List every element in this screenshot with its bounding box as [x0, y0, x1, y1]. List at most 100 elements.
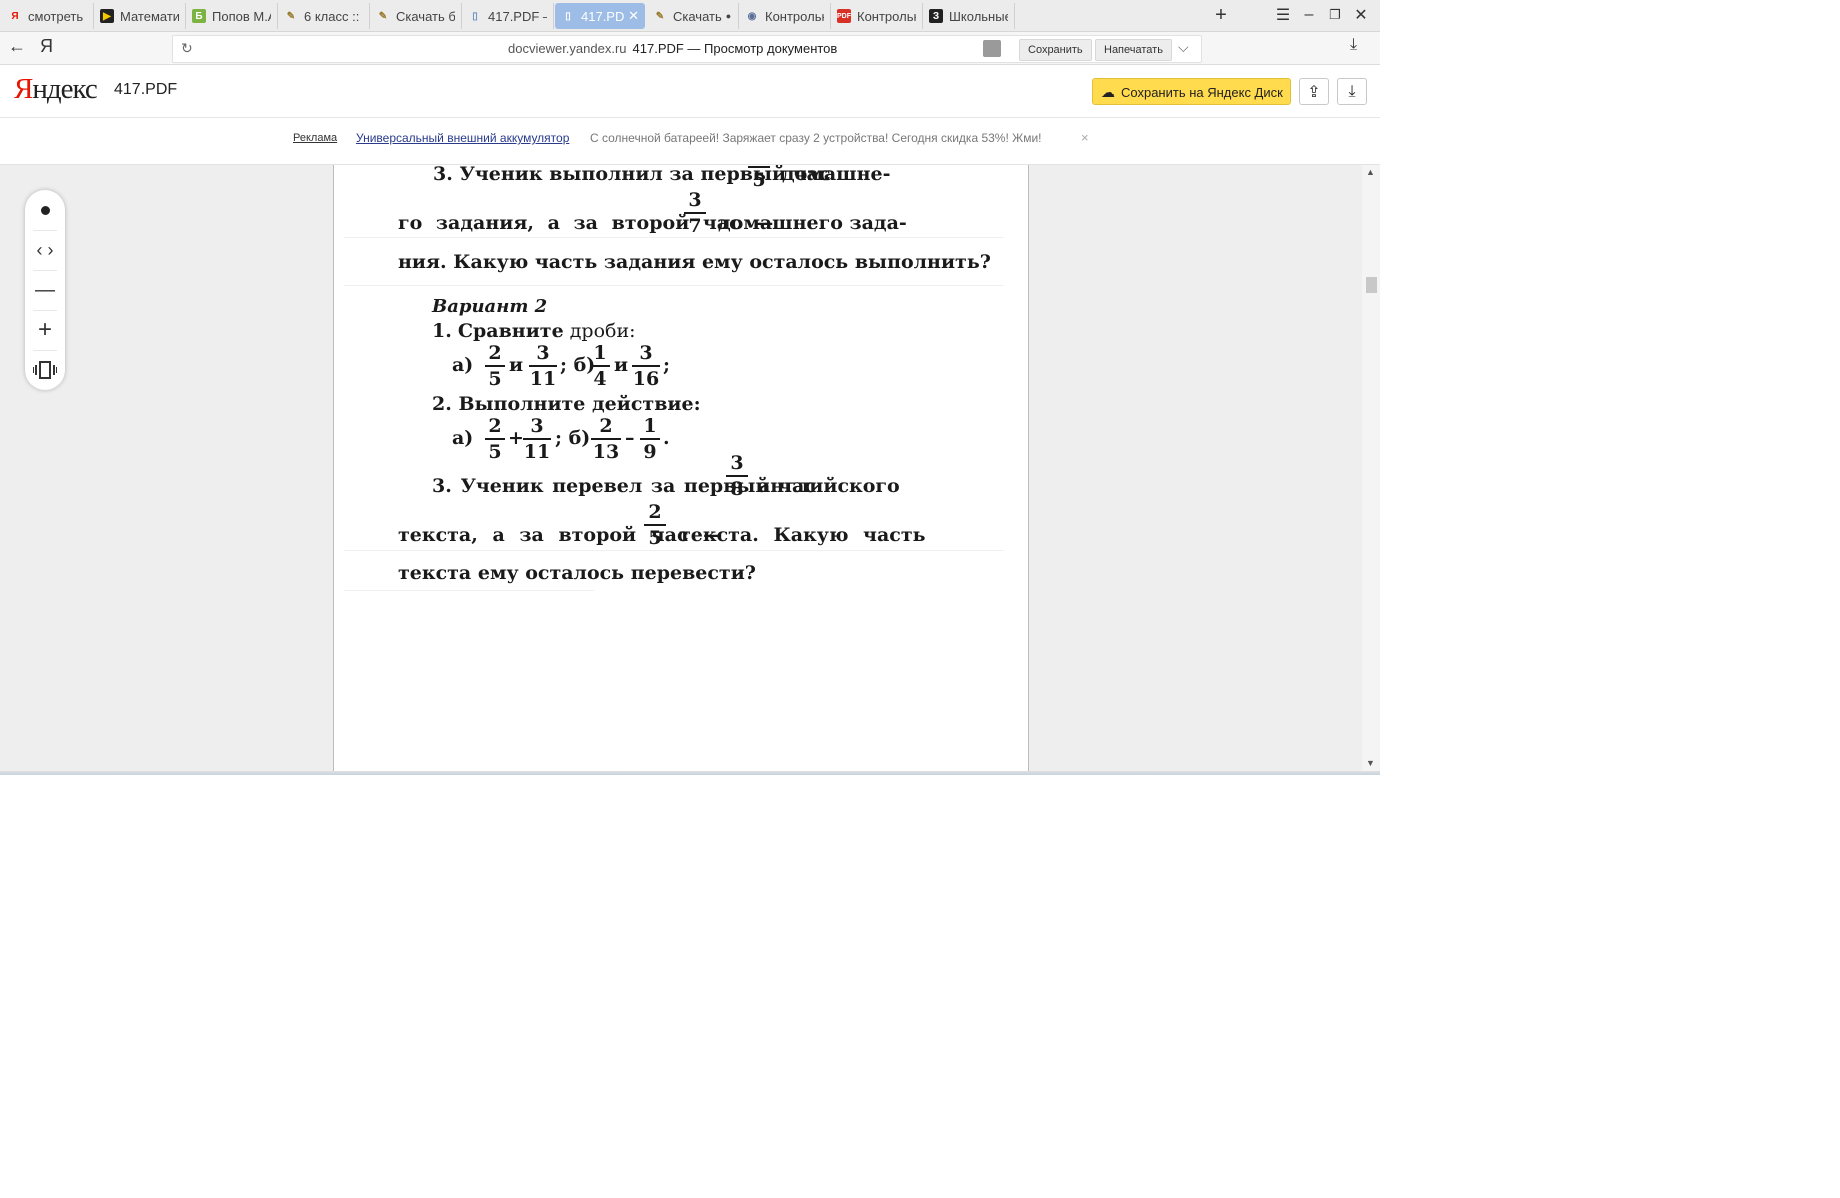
book-favicon-icon: Б: [192, 9, 206, 23]
tab-11[interactable]: З Школьные: [923, 3, 1015, 29]
variant-title: Вариант 2: [432, 296, 548, 317]
fraction-bar: [485, 365, 505, 367]
task1-end: ;: [663, 354, 671, 376]
fraction-bar: [644, 524, 666, 526]
doc-favicon-icon: ▯: [472, 10, 478, 22]
task3-v2-line2-start: текста, а за второй час —: [398, 524, 723, 546]
menu-icon[interactable]: ☰: [1272, 4, 1294, 26]
tab-2[interactable]: ▶ Математика: [94, 3, 186, 29]
save-to-disk-label: Сохранить на Яндекс Диск: [1121, 85, 1283, 100]
numerator: 2: [488, 342, 502, 364]
fit-page-icon: [33, 361, 57, 379]
pages-nav-button[interactable]: ‹ ›: [25, 230, 65, 270]
zoom-out-button[interactable]: —: [25, 270, 65, 310]
ad-text: С солнечной батареей! Заряжает сразу 2 у…: [590, 131, 1042, 145]
vertical-scrollbar[interactable]: ▲ ▼: [1362, 165, 1380, 771]
fraction-bar: [726, 475, 748, 477]
save-to-disk-button[interactable]: ☁ Сохранить на Яндекс Диск: [1092, 78, 1291, 105]
ad-link[interactable]: Универсальный внешний аккумулятор: [356, 131, 569, 145]
back-arrow-icon[interactable]: ←: [8, 36, 26, 57]
tab-title: Скачать: [673, 8, 722, 24]
numerator: 3: [530, 415, 544, 437]
video-favicon-icon: ▶: [100, 9, 114, 23]
tab-title: Контрольн: [857, 8, 916, 24]
scrollbar-thumb[interactable]: [1366, 277, 1377, 293]
leaf-favicon-icon: ✎: [378, 10, 388, 22]
tab-title: Контрольн: [765, 8, 824, 24]
document-title: 417.PDF: [114, 81, 178, 98]
document-viewer: ‹ › — + 3. Ученик выполнил за первый час: [0, 165, 1380, 771]
fraction-bar: [529, 365, 557, 367]
z-favicon-icon: З: [929, 9, 943, 23]
tab-title: Математика: [120, 8, 179, 24]
fraction: 37: [684, 189, 706, 237]
leaf-favicon-icon: ✎: [286, 10, 296, 22]
chevron-down-icon[interactable]: ⌵: [1178, 39, 1189, 56]
denominator: 8: [730, 478, 744, 500]
task3-v1-line1-start: 3. Ученик выполнил за первый час: [433, 165, 831, 185]
tab-title: смотреть те: [28, 8, 87, 24]
fraction-bar: [590, 365, 610, 367]
tab-3[interactable]: Б Попов М.А.: [186, 3, 278, 29]
print-button[interactable]: Напечатать: [1095, 39, 1172, 61]
denominator: 11: [523, 441, 551, 463]
new-tab-icon[interactable]: +: [1210, 4, 1232, 26]
fraction-bar: [485, 438, 505, 440]
scan-line: [344, 590, 594, 591]
tab-5[interactable]: ✎ Скачать бес: [370, 3, 462, 29]
tab-10[interactable]: PDF Контрольн: [831, 3, 923, 29]
tab-title: 6 класс :: ZU: [304, 8, 363, 24]
pointer-button[interactable]: [25, 190, 65, 230]
download-icon: ⤓: [1348, 82, 1356, 100]
reload-icon[interactable]: ↻: [181, 40, 193, 57]
url-field[interactable]: ↻ docviewer.yandex.ru 417.PDF — Просмотр …: [172, 35, 1202, 63]
scroll-down-icon[interactable]: ▼: [1366, 758, 1375, 768]
tab-4[interactable]: ✎ 6 класс :: ZU: [278, 3, 370, 29]
leaf-favicon-icon: ✎: [655, 10, 665, 22]
tab-9[interactable]: ◉ Контрольн: [739, 3, 831, 29]
tab-8[interactable]: ✎ Скачать ●: [647, 3, 739, 29]
url-page-title: 417.PDF — Просмотр документов: [632, 41, 838, 56]
scan-line: [344, 550, 1004, 551]
ad-banner: Реклама Универсальный внешний аккумулято…: [0, 118, 1380, 165]
download-button[interactable]: ⤓: [1337, 78, 1367, 105]
reader-mode-icon[interactable]: [983, 40, 1001, 57]
close-window-icon[interactable]: ✕: [1350, 4, 1372, 26]
denominator: 5: [488, 441, 502, 463]
pdf-page: 3. Ученик выполнил за первый час 25 дома…: [333, 165, 1029, 771]
denominator: 5: [752, 169, 766, 191]
restore-icon[interactable]: ❐: [1324, 4, 1346, 26]
browser-window: Я смотреть те ▶ Математика Б Попов М.А. …: [0, 0, 1380, 778]
disk-icon: ☁: [1101, 84, 1115, 100]
fit-page-button[interactable]: [25, 350, 65, 390]
download-icon[interactable]: ⤓: [1350, 36, 1357, 54]
arrows-left-right-icon: ‹ ›: [36, 239, 54, 260]
task1-number: 1.: [432, 320, 452, 342]
numerator: 2: [488, 415, 502, 437]
fraction: 25: [485, 415, 505, 463]
minimize-icon[interactable]: –: [1298, 4, 1320, 26]
yandex-button[interactable]: Я: [40, 36, 53, 57]
tab-7-active[interactable]: ▯ 417.PDF - ✕: [555, 3, 645, 29]
fraction: 3 11: [529, 342, 557, 390]
task2-plus: +: [508, 427, 524, 449]
close-tab-icon[interactable]: ✕: [628, 8, 639, 24]
tab-strip: Я смотреть те ▶ Математика Б Попов М.А. …: [0, 0, 1380, 32]
yandex-logo[interactable]: Яндекс: [14, 73, 98, 106]
tab-6[interactable]: ▯ 417.PDF —: [462, 3, 554, 29]
scroll-up-icon[interactable]: ▲: [1366, 167, 1375, 177]
ad-close-icon[interactable]: ×: [1081, 130, 1089, 145]
numerator: 3: [730, 452, 744, 474]
tab-title: 417.PDF -: [581, 8, 625, 24]
numerator: 1: [643, 415, 657, 437]
zoom-in-button[interactable]: +: [25, 310, 65, 350]
task3-v1-line1-end: домашне-: [782, 165, 891, 185]
share-button[interactable]: ⇪: [1299, 78, 1329, 105]
audio-dot-icon: ●: [725, 11, 732, 21]
fraction: 3 11: [523, 415, 551, 463]
task3-v2-line3: текста ему осталось перевести?: [398, 562, 756, 584]
ad-label[interactable]: Реклама: [293, 132, 337, 144]
save-button[interactable]: Сохранить: [1019, 39, 1092, 61]
fraction: 19: [640, 415, 660, 463]
tab-1[interactable]: Я смотреть те: [2, 3, 94, 29]
